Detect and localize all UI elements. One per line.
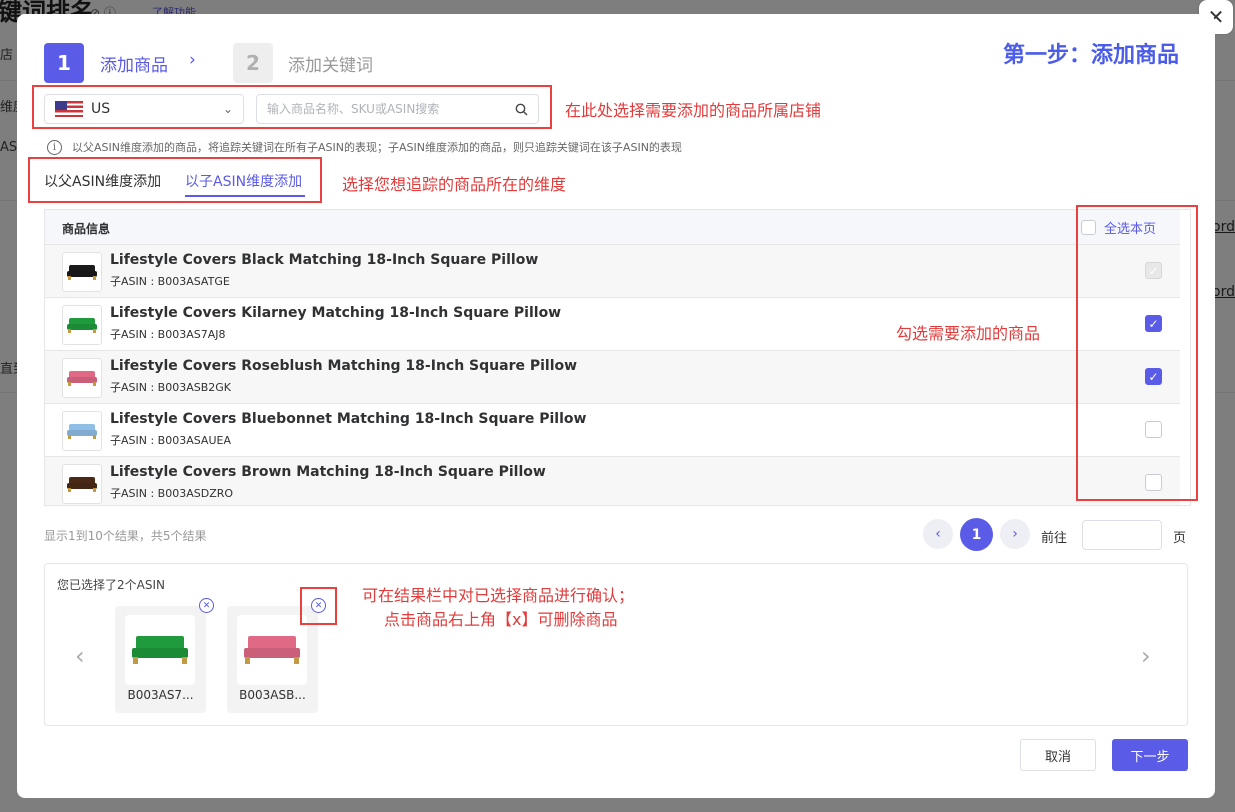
table-row: Lifestyle Covers Roseblush Matching 18-I… bbox=[45, 351, 1180, 404]
sofa-thumbnail-icon bbox=[67, 476, 97, 492]
product-search-box[interactable] bbox=[256, 94, 539, 124]
product-title: Lifestyle Covers Kilarney Matching 18-In… bbox=[110, 305, 562, 321]
selected-item-label: B003AS7... bbox=[127, 688, 194, 702]
annotation-store-text: 在此处选择需要添加的商品所属店铺 bbox=[565, 101, 822, 120]
chevron-down-icon: ⌄ bbox=[222, 102, 233, 116]
product-thumbnail bbox=[62, 252, 102, 292]
step-2-number: 2 bbox=[233, 43, 273, 83]
store-select[interactable]: US ⌄ bbox=[44, 94, 244, 124]
sofa-thumbnail-icon bbox=[67, 370, 97, 386]
product-thumbnail bbox=[62, 305, 102, 345]
page-unit-label: 页 bbox=[1173, 531, 1187, 546]
info-text: 以父ASIN维度添加的商品，将追踪关键词在所有子ASIN的表现；子ASIN维度添… bbox=[72, 141, 682, 154]
selected-item-label: B003ASB... bbox=[239, 688, 306, 702]
info-icon: i bbox=[47, 139, 62, 155]
selected-item-thumbnail bbox=[237, 615, 307, 685]
product-title: Lifestyle Covers Brown Matching 18-Inch … bbox=[110, 464, 546, 480]
product-thumbnail bbox=[62, 358, 102, 398]
step-banner: 第一步：添加商品 bbox=[1003, 43, 1180, 68]
product-asin: 子ASIN : B003ASATGE bbox=[110, 275, 230, 288]
active-tab-indicator bbox=[185, 195, 305, 197]
selected-item-thumbnail bbox=[125, 615, 195, 685]
tab-parent-asin[interactable]: 以父ASIN维度添加 bbox=[44, 171, 161, 191]
result-summary: 显示1到10个结果，共5个结果 bbox=[44, 529, 207, 543]
column-header-product-info: 商品信息 bbox=[62, 222, 111, 236]
add-product-dialog: 1 添加商品 › 2 添加关键词 第一步：添加商品 US ⌄ 在此处选择需要添加… bbox=[17, 14, 1215, 798]
store-value: US bbox=[91, 101, 111, 117]
product-title: Lifestyle Covers Bluebonnet Matching 18-… bbox=[110, 411, 587, 427]
next-page-button[interactable]: › bbox=[1000, 519, 1030, 549]
goto-label: 前往 bbox=[1041, 531, 1068, 546]
annotation-dimension-text: 选择您想追踪的商品所在的维度 bbox=[342, 175, 567, 194]
us-flag-icon bbox=[55, 101, 83, 117]
search-icon[interactable] bbox=[515, 103, 528, 116]
chevron-left-icon[interactable]: ‹ bbox=[75, 642, 85, 670]
step-2-label: 添加关键词 bbox=[288, 56, 373, 76]
product-table: 商品信息 全选本页 Lifestyle Covers Black Matchin… bbox=[44, 209, 1191, 506]
selected-item-card: B003AS7... bbox=[115, 606, 206, 713]
sofa-thumbnail-icon bbox=[67, 264, 97, 280]
product-asin: 子ASIN : B003ASDZRO bbox=[110, 487, 234, 500]
sofa-thumbnail-icon bbox=[244, 636, 300, 664]
product-asin: 子ASIN : B003ASAUEA bbox=[110, 434, 231, 447]
selected-count-text: 您已选择了2个ASIN bbox=[57, 578, 165, 592]
annotation-box-remove bbox=[300, 587, 337, 625]
chevron-right-icon[interactable]: › bbox=[1141, 642, 1151, 670]
annotation-check-text: 勾选需要添加的商品 bbox=[896, 324, 1041, 343]
product-title: Lifestyle Covers Roseblush Matching 18-I… bbox=[110, 358, 578, 374]
table-row: Lifestyle Covers Bluebonnet Matching 18-… bbox=[45, 404, 1180, 457]
current-page-button[interactable]: 1 bbox=[960, 518, 993, 551]
cancel-button[interactable]: 取消 bbox=[1020, 739, 1096, 771]
sofa-thumbnail-icon bbox=[67, 317, 97, 333]
step-1-label: 添加商品 bbox=[100, 56, 168, 76]
sofa-thumbnail-icon bbox=[132, 636, 188, 664]
annotation-box-checkboxes bbox=[1076, 205, 1198, 501]
annotation-confirm-line2: 点击商品右上角【x】可删除商品 bbox=[384, 610, 618, 629]
sofa-thumbnail-icon bbox=[67, 423, 97, 439]
product-thumbnail bbox=[62, 411, 102, 451]
tab-child-asin[interactable]: 以子ASIN维度添加 bbox=[185, 171, 302, 191]
goto-page-input[interactable] bbox=[1082, 520, 1162, 550]
product-asin: 子ASIN : B003ASB2GK bbox=[110, 381, 232, 394]
next-step-button[interactable]: 下一步 bbox=[1112, 739, 1188, 771]
product-thumbnail bbox=[62, 464, 102, 504]
product-asin: 子ASIN : B003AS7AJ8 bbox=[110, 328, 226, 341]
step-arrow-icon: › bbox=[189, 50, 196, 70]
remove-item-icon[interactable]: ✕ bbox=[199, 598, 214, 613]
prev-page-button[interactable]: ‹ bbox=[923, 519, 953, 549]
product-title: Lifestyle Covers Black Matching 18-Inch … bbox=[110, 252, 539, 268]
table-row: Lifestyle Covers Black Matching 18-Inch … bbox=[45, 245, 1180, 298]
table-row: Lifestyle Covers Brown Matching 18-Inch … bbox=[45, 457, 1180, 505]
product-search-input[interactable] bbox=[267, 102, 515, 116]
info-note: i 以父ASIN维度添加的商品，将追踪关键词在所有子ASIN的表现；子ASIN维… bbox=[47, 139, 682, 155]
table-header: 商品信息 全选本页 bbox=[45, 210, 1180, 245]
step-1-number: 1 bbox=[44, 43, 84, 83]
annotation-confirm-line1: 可在结果栏中对已选择商品进行确认； bbox=[362, 586, 635, 605]
